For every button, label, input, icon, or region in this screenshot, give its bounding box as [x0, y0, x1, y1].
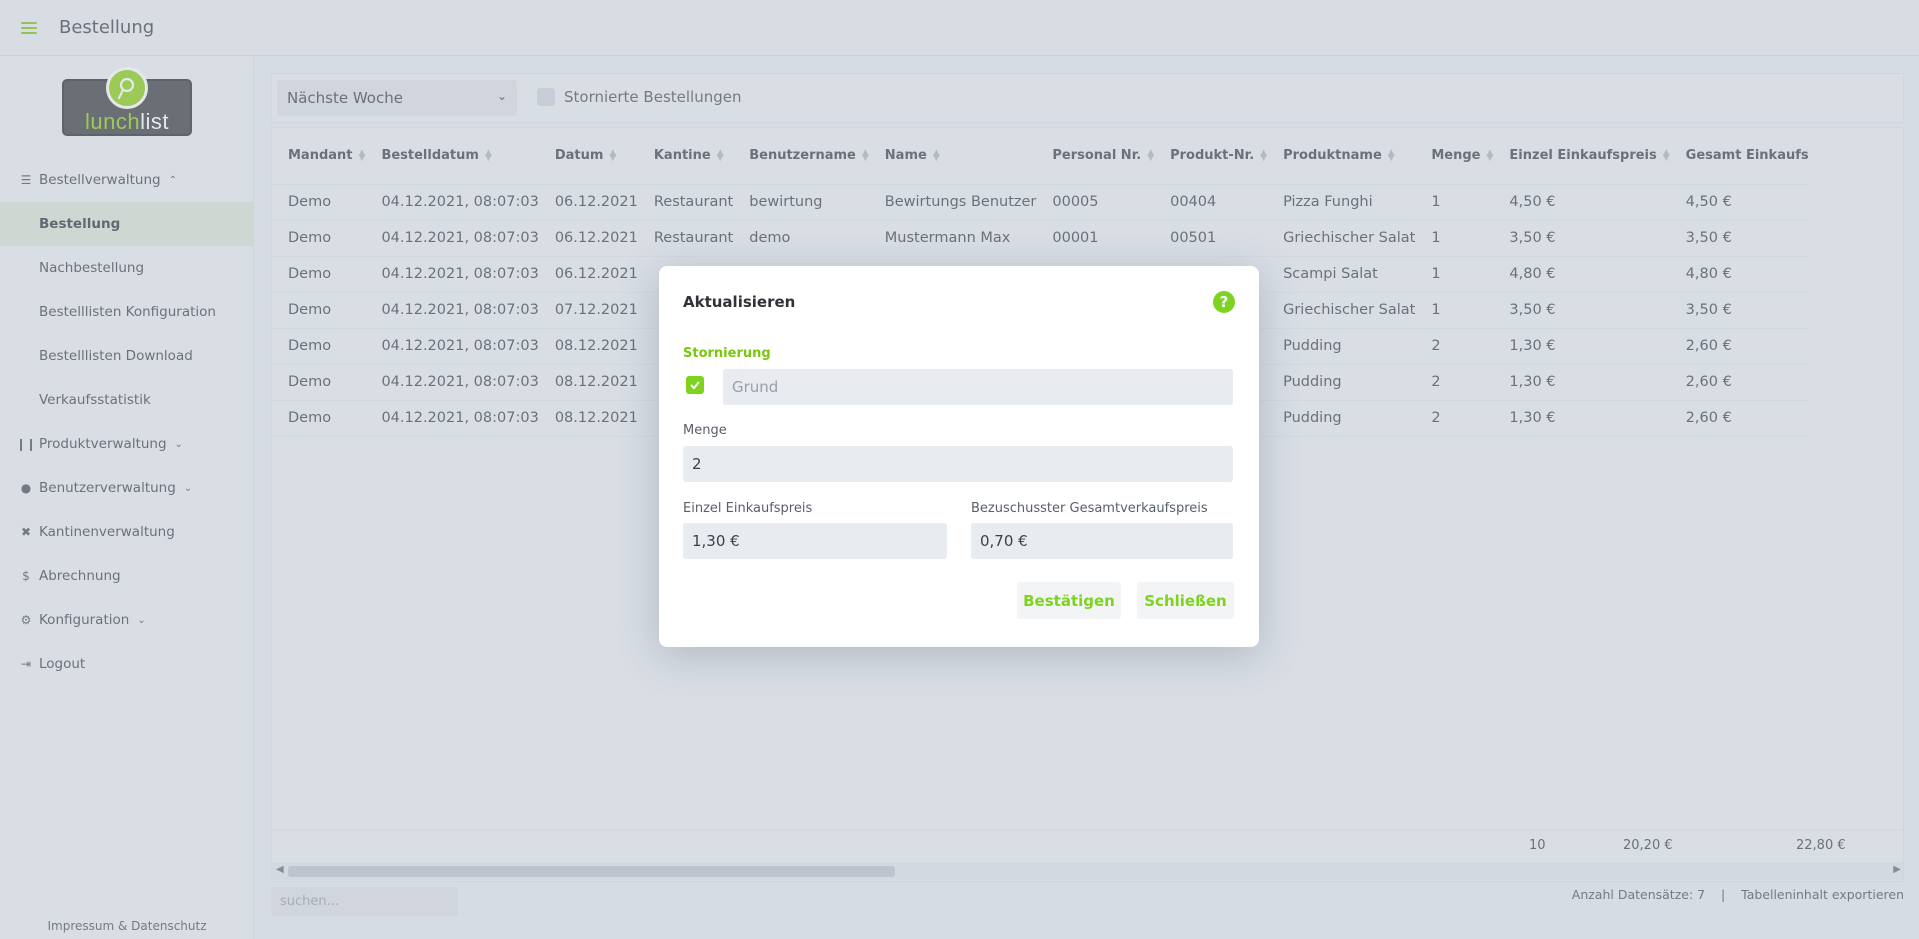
help-icon[interactable]: ? — [1213, 291, 1235, 313]
unit-price-label: Einzel Einkaufspreis — [683, 501, 813, 516]
confirm-button[interactable]: Bestätigen — [1017, 582, 1121, 619]
quantity-label: Menge — [683, 423, 727, 438]
close-button[interactable]: Schließen — [1137, 582, 1234, 619]
reason-input[interactable]: Grund — [723, 369, 1233, 405]
dialog-title: Aktualisieren — [683, 293, 796, 311]
cancellation-label: Stornierung — [683, 346, 771, 361]
cancellation-checkbox[interactable] — [686, 376, 704, 394]
unit-price-input[interactable]: 1,30 € — [683, 523, 947, 559]
update-dialog: Aktualisieren ? Stornierung Grund Menge … — [659, 266, 1259, 647]
subsidized-price-input[interactable]: 0,70 € — [971, 523, 1233, 559]
check-icon — [690, 381, 700, 390]
subsidized-price-label: Bezuschusster Gesamtverkaufspreis — [971, 501, 1208, 516]
quantity-input[interactable]: 2 — [683, 446, 1233, 482]
